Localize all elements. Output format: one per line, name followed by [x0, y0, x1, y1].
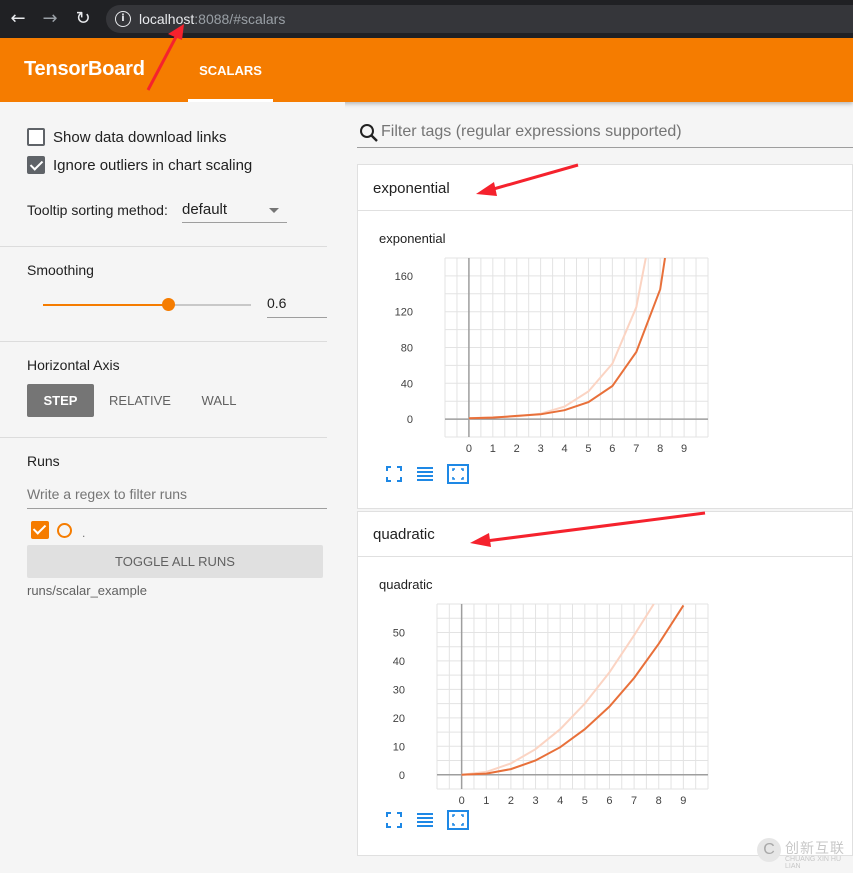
tag-filter-placeholder: Filter tags (regular expressions support…: [381, 123, 682, 140]
x-tick-label: 9: [680, 795, 686, 806]
category-title[interactable]: quadratic: [373, 526, 435, 543]
tag-filter-input[interactable]: Filter tags (regular expressions support…: [357, 118, 853, 148]
divider: [0, 437, 327, 438]
app-header: TensorBoard SCALARS: [0, 38, 853, 102]
fit-domain-icon[interactable]: [447, 810, 469, 830]
ignore-outliers-checkbox[interactable]: [27, 156, 45, 174]
url-host: localhost: [139, 11, 195, 27]
log-scale-icon[interactable]: [416, 811, 434, 829]
y-tick-label: 120: [395, 307, 413, 319]
tooltip-sorting-value: default: [182, 201, 228, 218]
show-download-links-option[interactable]: Show data download links: [27, 127, 226, 147]
axis-step-button[interactable]: STEP: [27, 384, 94, 417]
smoothing-slider-thumb[interactable]: [162, 298, 175, 311]
y-tick-label: 0: [399, 770, 405, 782]
run-checkbox[interactable]: [31, 521, 49, 539]
x-tick-label: 8: [656, 795, 662, 806]
watermark-icon: C: [757, 838, 781, 862]
axis-relative-button[interactable]: RELATIVE: [103, 384, 177, 417]
fullscreen-icon[interactable]: [385, 465, 403, 483]
address-bar[interactable]: i localhost:8088/#scalars: [106, 5, 853, 33]
runs-filter-input[interactable]: Write a regex to filter runs: [27, 484, 327, 509]
series-line-smoothed: [468, 258, 666, 420]
x-tick-label: 9: [681, 443, 687, 455]
show-download-links-checkbox[interactable]: [27, 128, 45, 146]
x-tick-label: 7: [633, 443, 639, 455]
tooltip-sorting-label: Tooltip sorting method:: [27, 202, 168, 218]
log-scale-icon[interactable]: [416, 465, 434, 483]
ignore-outliers-option[interactable]: Ignore outliers in chart scaling: [27, 155, 252, 175]
browser-toolbar: ← → ↻ i localhost:8088/#scalars: [0, 0, 853, 38]
url-text: localhost:8088/#scalars: [139, 11, 285, 27]
y-tick-label: 50: [393, 627, 405, 639]
y-tick-label: 20: [393, 713, 405, 725]
x-tick-label: 4: [561, 443, 567, 455]
chart-grid: [444, 257, 709, 438]
y-tick-label: 160: [395, 271, 413, 283]
series-line-raw: [468, 258, 647, 420]
x-tick-label: 5: [582, 795, 588, 806]
sidebar: Show data download links Ignore outliers…: [0, 102, 345, 873]
search-icon: [360, 124, 378, 142]
runs-label: Runs: [27, 453, 60, 469]
smoothing-slider[interactable]: [43, 298, 251, 311]
info-icon[interactable]: i: [115, 11, 131, 27]
horizontal-axis-label: Horizontal Axis: [27, 357, 120, 373]
chart-quadratic[interactable]: 0 1 2 3 4 5 6 7 8 9 0 10 20 30 40 50: [357, 596, 737, 806]
y-tick-label: 40: [401, 378, 413, 390]
x-tick-label: 4: [557, 795, 563, 806]
show-download-links-label: Show data download links: [53, 128, 227, 146]
y-tick-label: 80: [401, 343, 413, 355]
ignore-outliers-label: Ignore outliers in chart scaling: [53, 156, 253, 174]
y-tick-label: 30: [393, 684, 405, 696]
chart-exponential[interactable]: 0 1 2 3 4 5 6 7 8 9 0 40 80 120 160: [357, 250, 737, 460]
x-tick-label: 0: [466, 443, 472, 455]
watermark-subtext: CHUANG XIN HU LIAN: [785, 856, 842, 870]
fit-domain-icon[interactable]: [447, 464, 469, 484]
x-tick-label: 3: [532, 795, 538, 806]
smoothing-label: Smoothing: [27, 262, 94, 278]
x-tick-label: 6: [606, 795, 612, 806]
y-tick-label: 0: [407, 414, 413, 426]
x-tick-label: 7: [631, 795, 637, 806]
chart-title: quadratic: [379, 577, 433, 592]
category-title[interactable]: exponential: [373, 180, 450, 197]
x-tick-label: 5: [585, 443, 591, 455]
x-tick-label: 2: [514, 443, 520, 455]
chart-title: exponential: [379, 231, 446, 246]
divider: [358, 210, 853, 211]
url-path: :8088/#scalars: [194, 11, 286, 27]
divider: [0, 341, 327, 342]
tab-scalars[interactable]: SCALARS: [188, 38, 273, 102]
y-tick-label: 40: [393, 656, 405, 668]
back-arrow-icon[interactable]: ←: [8, 9, 28, 29]
smoothing-input[interactable]: 0.6: [267, 292, 327, 318]
caret-down-icon: [269, 208, 279, 213]
forward-arrow-icon[interactable]: →: [40, 9, 60, 29]
tooltip-sorting-select[interactable]: default: [182, 199, 287, 223]
x-tick-label: 8: [657, 443, 663, 455]
x-tick-label: 3: [538, 443, 544, 455]
smoothing-slider-fill: [43, 304, 168, 306]
watermark-text: 创新互联: [785, 840, 845, 856]
app-title: TensorBoard: [24, 58, 145, 80]
x-tick-label: 1: [490, 443, 496, 455]
y-tick-label: 10: [393, 741, 405, 753]
run-color-swatch[interactable]: [57, 523, 72, 538]
x-tick-label: 0: [459, 795, 465, 806]
x-tick-label: 2: [508, 795, 514, 806]
divider: [0, 246, 327, 247]
toggle-all-runs-button[interactable]: TOGGLE ALL RUNS: [27, 545, 323, 578]
axis-wall-button[interactable]: WALL: [190, 384, 248, 417]
reload-icon[interactable]: ↻: [73, 9, 93, 29]
run-path: runs/scalar_example: [27, 583, 147, 598]
run-label: .: [82, 526, 86, 540]
fullscreen-icon[interactable]: [385, 811, 403, 829]
watermark-logo: C 创新互联 CHUANG XIN HU LIAN: [753, 826, 853, 872]
x-tick-label: 1: [483, 795, 489, 806]
x-tick-label: 6: [609, 443, 615, 455]
divider: [358, 556, 853, 557]
